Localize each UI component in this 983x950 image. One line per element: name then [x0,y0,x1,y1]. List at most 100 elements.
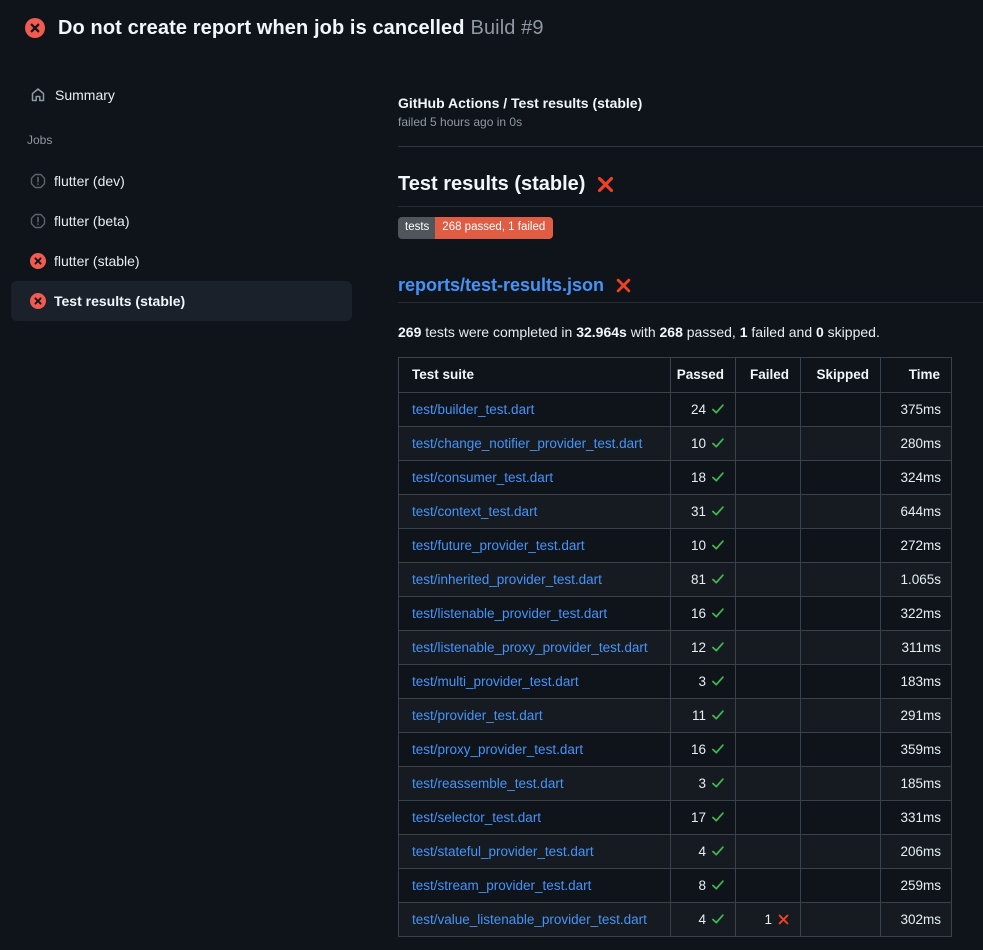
passed-cell-value: 8 [698,878,725,893]
test-suite-link[interactable]: test/proxy_provider_test.dart [412,742,583,757]
count: 8 [698,878,706,893]
sidebar-item-test-results-stable[interactable]: Test results (stable) [11,281,352,321]
failed-cell [736,596,801,630]
summary-part: 269 [398,324,421,340]
test-suite-link[interactable]: test/multi_provider_test.dart [412,674,579,689]
table-row: test/change_notifier_provider_test.dart 1… [399,426,952,460]
time-cell: 1.065s [881,562,952,596]
count: 10 [691,538,706,553]
passed-cell-value: 10 [691,436,725,451]
check-icon [711,606,725,620]
passed-cell: 3 [671,664,736,698]
test-suite-cell: test/proxy_provider_test.dart [399,732,671,766]
passed-cell-value: 10 [691,538,725,553]
count: 24 [691,402,706,417]
failed-cell [736,562,801,596]
test-suite-link[interactable]: test/change_notifier_provider_test.dart [412,436,642,451]
test-suite-cell: test/inherited_provider_test.dart [399,562,671,596]
failed-x-icon [615,277,632,294]
table-row: test/context_test.dart31644ms [399,494,952,528]
test-suite-link[interactable]: test/value_listenable_provider_test.dart [412,912,647,927]
time-cell: 272ms [881,528,952,562]
test-suite-link[interactable]: test/builder_test.dart [412,402,534,417]
sidebar-item-summary[interactable]: Summary [11,83,398,107]
failed-circle-icon [25,18,45,38]
build-number: Build #9 [471,17,544,39]
count: 16 [691,606,706,621]
test-suite-link[interactable]: test/listenable_provider_test.dart [412,606,607,621]
time-cell: 331ms [881,800,952,834]
sidebar-item-flutter-stable[interactable]: flutter (stable) [11,241,352,281]
failed-cell [736,494,801,528]
test-suite-link[interactable]: test/stateful_provider_test.dart [412,844,594,859]
check-icon [711,470,725,484]
test-suite-link[interactable]: test/stream_provider_test.dart [412,878,591,893]
test-suite-link[interactable]: test/consumer_test.dart [412,470,553,485]
skipped-cell [801,392,881,426]
passed-cell: 11 [671,698,736,732]
skipped-cell [801,528,881,562]
check-icon [711,538,725,552]
test-suite-link[interactable]: test/selector_test.dart [412,810,541,825]
skipped-cell [801,630,881,664]
title-bar: Do not create report when job is cancell… [0,0,983,38]
table-row: test/reassemble_test.dart3185ms [399,766,952,800]
test-suite-cell: test/stateful_provider_test.dart [399,834,671,868]
failed-circle-icon [30,293,46,309]
test-suite-link[interactable]: test/provider_test.dart [412,708,543,723]
passed-cell-value: 16 [691,606,725,621]
passed-cell: 3 [671,766,736,800]
count: 12 [691,640,706,655]
col-header-failed: Failed [736,357,801,392]
neutral-octagon-icon [30,173,46,189]
badge-label: tests [398,217,435,239]
run-status-text: failed 5 hours ago in 0s [398,115,983,129]
failed-cell [736,528,801,562]
report-file-link[interactable]: reports/test-results.json [398,275,604,296]
passed-cell: 4 [671,834,736,868]
passed-cell: 8 [671,868,736,902]
check-icon [711,572,725,586]
time-cell: 311ms [881,630,952,664]
neutral-octagon-icon [30,213,46,229]
check-icon [711,674,725,688]
test-suite-link[interactable]: test/future_provider_test.dart [412,538,585,553]
passed-cell-value: 16 [691,742,725,757]
count: 11 [692,708,706,723]
skipped-cell [801,426,881,460]
test-suite-link[interactable]: test/inherited_provider_test.dart [412,572,602,587]
failed-cell [736,868,801,902]
passed-cell-value: 4 [698,844,725,859]
test-suite-link[interactable]: test/listenable_proxy_provider_test.dart [412,640,648,655]
count: 3 [698,776,706,791]
sidebar-summary-label: Summary [55,87,115,103]
test-results-table: Test suite Passed Failed Skipped Time te… [398,357,952,937]
skipped-cell [801,868,881,902]
passed-cell-value: 12 [691,640,725,655]
summary-text: 269 tests were completed in 32.964s with… [398,324,983,340]
count: 17 [691,810,706,825]
passed-cell: 4 [671,902,736,936]
sidebar-item-flutter-dev[interactable]: flutter (dev) [11,161,352,201]
sidebar-item-flutter-beta[interactable]: flutter (beta) [11,201,352,241]
passed-cell-value: 3 [698,776,725,791]
count: 4 [698,912,706,927]
table-row: test/inherited_provider_test.dart811.065… [399,562,952,596]
home-icon [30,87,46,103]
report-file-heading[interactable]: reports/test-results.json [398,275,983,303]
check-icon [711,504,725,518]
jobs-section-label: Jobs [27,133,398,147]
test-suite-link[interactable]: test/context_test.dart [412,504,537,519]
table-row: test/stateful_provider_test.dart 4 206ms [399,834,952,868]
check-icon [711,402,725,416]
summary-part: 0 [816,324,824,340]
failed-cell [736,392,801,426]
test-suite-cell: test/reassemble_test.dart [399,766,671,800]
passed-cell: 18 [671,460,736,494]
time-cell: 206ms [881,834,952,868]
test-suite-link[interactable]: test/reassemble_test.dart [412,776,564,791]
table-row: test/consumer_test.dart18324ms [399,460,952,494]
test-suite-cell: test/listenable_provider_test.dart [399,596,671,630]
summary-part: 1 [740,324,748,340]
failed-cell [736,834,801,868]
